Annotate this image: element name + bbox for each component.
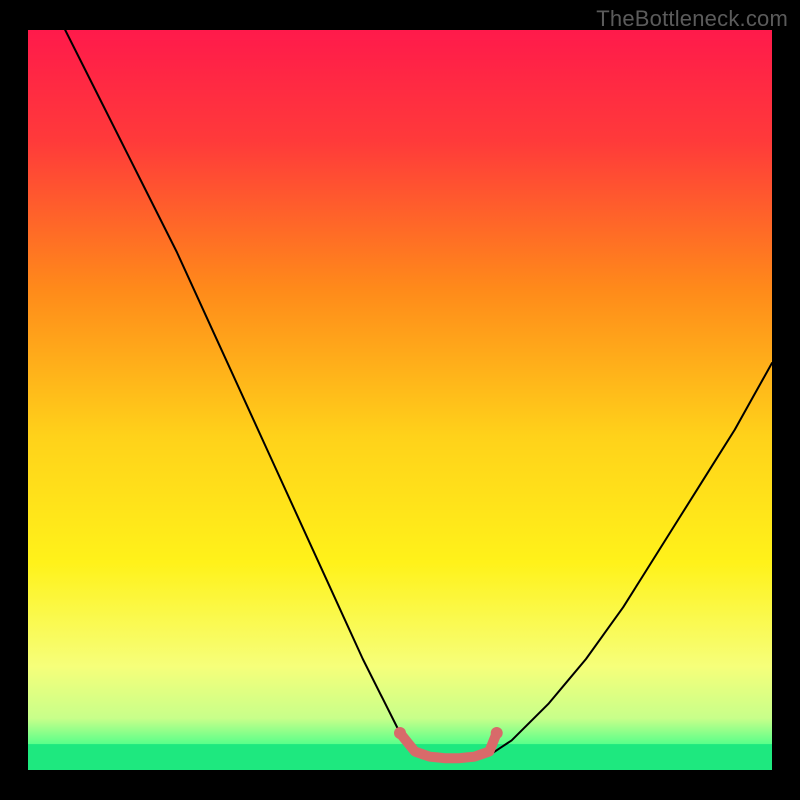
- plot-background: [28, 30, 772, 770]
- optimal-green-band: [28, 744, 772, 770]
- bottleneck-chart: [0, 0, 800, 800]
- optimal-band-marker-endpoint: [491, 727, 503, 739]
- chart-stage: TheBottleneck.com: [0, 0, 800, 800]
- watermark-text: TheBottleneck.com: [596, 6, 788, 32]
- optimal-band-marker-endpoint: [394, 727, 406, 739]
